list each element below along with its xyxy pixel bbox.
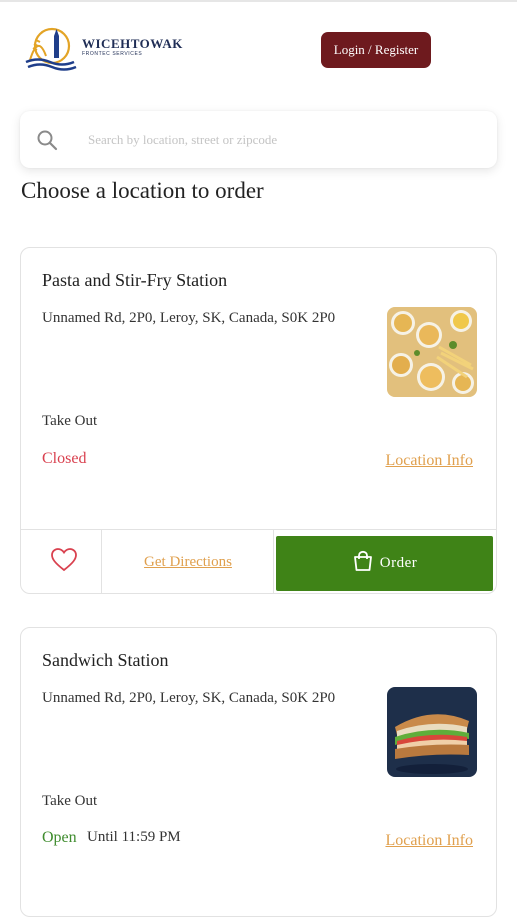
location-image-sandwich [387, 687, 477, 777]
sandwich-image-icon [387, 687, 477, 777]
page-title: Choose a location to order [21, 178, 264, 203]
location-address: Unnamed Rd, 2P0, Leroy, SK, Canada, S0K … [42, 690, 336, 706]
search-bar[interactable] [20, 111, 497, 168]
search-icon [37, 130, 58, 151]
card-actions: Get Directions Order [21, 529, 496, 593]
order-label: Order [379, 555, 418, 571]
brand-logo[interactable]: WICEHTOWAK FRONTEC SERVICES [24, 24, 184, 72]
search-input[interactable] [86, 125, 480, 155]
status-badge: Open [42, 829, 77, 846]
shopping-bag-icon [353, 550, 372, 571]
heart-icon [51, 548, 77, 572]
brand-tagline: FRONTEC SERVICES [82, 51, 143, 57]
location-info-link[interactable]: Location Info [385, 832, 473, 850]
order-mode: Take Out [42, 793, 98, 809]
location-address: Unnamed Rd, 2P0, Leroy, SK, Canada, S0K … [42, 310, 336, 326]
location-name: Pasta and Stir-Fry Station [42, 270, 228, 290]
location-info-link[interactable]: Location Info [385, 452, 473, 470]
location-card[interactable]: Pasta and Stir-Fry Station Unnamed Rd, 2… [20, 247, 497, 594]
location-name: Sandwich Station [42, 650, 169, 670]
location-image-pasta [387, 307, 477, 397]
hours-text: Until 11:59 PM [87, 829, 181, 845]
brand-name: WICEHTOWAK [82, 36, 183, 51]
get-directions-link[interactable]: Get Directions [103, 530, 274, 593]
top-border [0, 0, 517, 2]
favorite-button[interactable] [21, 530, 102, 593]
order-button[interactable]: Order [276, 536, 493, 591]
location-card[interactable]: Sandwich Station Unnamed Rd, 2P0, Leroy,… [20, 627, 497, 917]
pasta-image-icon [387, 307, 477, 397]
order-mode: Take Out [42, 413, 98, 429]
status-badge: Closed [42, 450, 87, 467]
login-register-button[interactable]: Login / Register [321, 32, 431, 68]
get-directions-label: Get Directions [144, 554, 232, 570]
wheat-sun-logo-icon [25, 27, 77, 71]
